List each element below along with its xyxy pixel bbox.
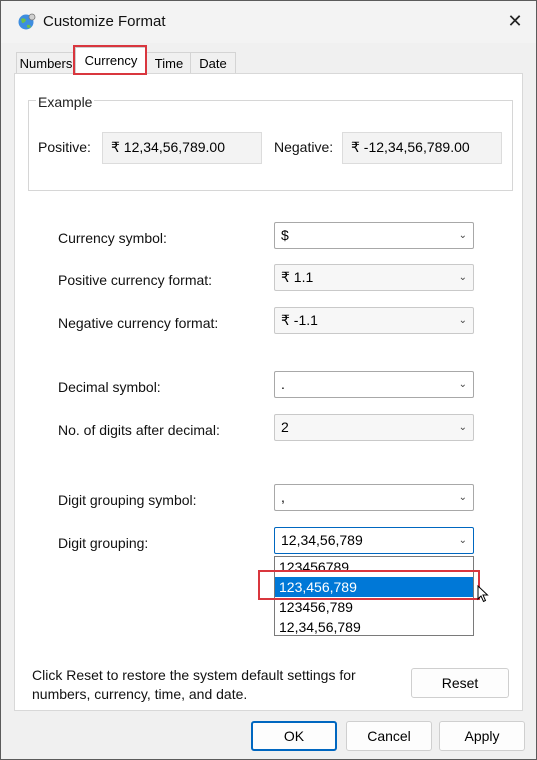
negative-label: Negative: [274, 139, 334, 155]
tab-date[interactable]: Date [190, 52, 236, 75]
chevron-down-icon: ⌄ [458, 272, 467, 283]
example-title: Example [36, 94, 95, 110]
decimal-symbol-value: . [281, 376, 285, 392]
currency-symbol-value: $ [281, 227, 289, 243]
window-title: Customize Format [43, 13, 166, 30]
tab-numbers[interactable]: Numbers [16, 52, 76, 75]
negative-format-select[interactable]: ₹ -1.1 ⌄ [274, 307, 474, 334]
negative-example: ₹ -12,34,56,789.00 [342, 132, 502, 164]
digits-after-decimal-select[interactable]: 2 ⌄ [274, 414, 474, 441]
negative-format-label: Negative currency format: [58, 315, 219, 331]
positive-label: Positive: [38, 139, 91, 155]
chevron-down-icon: ⌄ [458, 379, 467, 390]
reset-note: Click Reset to restore the system defaul… [32, 667, 356, 702]
currency-symbol-select[interactable]: $ ⌄ [274, 222, 474, 249]
globe-settings-icon [18, 13, 36, 30]
negative-format-value: ₹ -1.1 [281, 312, 318, 328]
positive-format-select[interactable]: ₹ 1.1 ⌄ [274, 264, 474, 291]
ok-button[interactable]: OK [251, 721, 337, 751]
digits-after-decimal-value: 2 [281, 419, 289, 435]
positive-format-label: Positive currency format: [58, 272, 213, 288]
cancel-button[interactable]: Cancel [346, 721, 432, 751]
decimal-symbol-label: Decimal symbol: [58, 379, 161, 395]
mouse-pointer-icon [477, 585, 489, 603]
title-bar: Customize Format ✕ [1, 1, 536, 43]
digit-grouping-symbol-value: , [281, 489, 285, 505]
digits-after-decimal-label: No. of digits after decimal: [58, 422, 220, 438]
dropdown-option[interactable]: 123456789 [275, 557, 473, 577]
tab-time[interactable]: Time [146, 52, 192, 75]
chevron-down-icon: ⌄ [458, 492, 467, 503]
chevron-down-icon: ⌄ [458, 535, 467, 546]
decimal-symbol-select[interactable]: . ⌄ [274, 371, 474, 398]
digit-grouping-symbol-label: Digit grouping symbol: [58, 492, 197, 508]
dropdown-option[interactable]: 123456,789 [275, 597, 473, 617]
chevron-down-icon: ⌄ [458, 422, 467, 433]
digit-grouping-label: Digit grouping: [58, 535, 149, 551]
digit-grouping-value: 12,34,56,789 [281, 532, 363, 548]
dropdown-option[interactable]: 12,34,56,789 [275, 617, 473, 637]
positive-example: ₹ 12,34,56,789.00 [102, 132, 262, 164]
digit-grouping-symbol-select[interactable]: , ⌄ [274, 484, 474, 511]
apply-button[interactable]: Apply [439, 721, 525, 751]
chevron-down-icon: ⌄ [458, 315, 467, 326]
positive-format-value: ₹ 1.1 [281, 269, 314, 285]
reset-button[interactable]: Reset [411, 668, 509, 698]
digit-grouping-select[interactable]: 12,34,56,789 ⌄ [274, 527, 474, 554]
tab-currency[interactable]: Currency [75, 47, 147, 74]
dropdown-option-selected[interactable]: 123,456,789 [275, 577, 473, 597]
currency-symbol-label: Currency symbol: [58, 230, 167, 246]
close-icon[interactable]: ✕ [506, 12, 524, 30]
digit-grouping-dropdown-list: 123456789 123,456,789 123456,789 12,34,5… [274, 556, 474, 636]
chevron-down-icon: ⌄ [458, 230, 467, 241]
